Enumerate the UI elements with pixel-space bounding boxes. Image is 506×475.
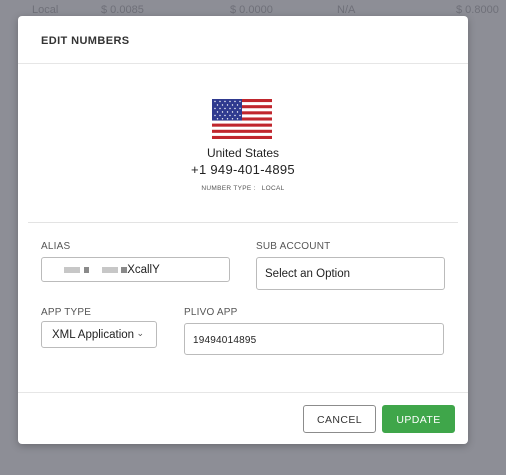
apptype-value: XML Application [52,329,135,341]
modal-title: EDIT NUMBERS [41,35,130,47]
chevron-down-icon: ⌄ [136,328,144,338]
bg-cost-2: $ 0.0000 [230,4,273,16]
plivoapp-input[interactable]: 19494014895 [184,323,444,355]
subaccount-label: SUB ACCOUNT [256,241,331,252]
number-type: NUMBER TYPE : LOCAL [18,185,468,192]
subaccount-select[interactable]: Select an Option [256,257,445,290]
bg-cost-3: $ 0.8000 [456,4,499,16]
us-flag-icon [212,99,272,139]
redacted-text [102,267,119,274]
alias-label: ALIAS [41,241,71,252]
number-type-label: NUMBER TYPE : [201,185,256,192]
footer-divider [18,392,468,393]
country-name: United States [206,146,280,160]
apptype-label: APP TYPE [41,307,92,318]
redacted-text [84,267,90,274]
number-type-value: LOCAL [261,185,285,192]
number-info: United States +1 949-401-4895 NUMBER TYP… [18,64,468,223]
bg-cost-1: $ 0.0085 [101,4,144,16]
update-button[interactable]: UPDATE [382,405,455,433]
bg-status: N/A [337,4,356,16]
bg-number-type: Local [32,4,59,16]
alias-input[interactable]: XcallY [41,257,230,282]
phone-number: +1 949-401-4895 [191,162,295,177]
edit-numbers-modal: EDIT NUMBERS United States +1 949-401-48… [18,16,468,444]
apptype-select[interactable]: XML Application ⌄ [41,321,157,348]
plivoapp-label: PLIVO APP [184,307,238,318]
alias-value: XcallY [127,264,160,277]
modal-header: EDIT NUMBERS [18,16,468,64]
cancel-button[interactable]: CANCEL [303,405,376,433]
section-divider [28,222,458,223]
redacted-text [64,267,80,274]
